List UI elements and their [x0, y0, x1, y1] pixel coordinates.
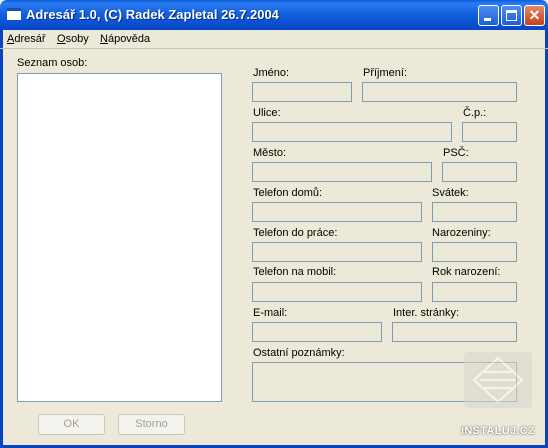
email-label: E-mail:	[253, 307, 288, 319]
prijmeni-label: Příjmení:	[363, 67, 408, 79]
mesto-label: Město:	[253, 147, 287, 159]
telefon-domu-label: Telefon domů:	[253, 187, 323, 199]
narozeniny-field[interactable]	[432, 242, 517, 262]
menu-osoby[interactable]: Osoby	[57, 33, 89, 45]
prijmeni-field[interactable]	[362, 82, 517, 102]
narozeniny-label: Narozeniny:	[432, 227, 491, 239]
close-button[interactable]: ✕	[524, 5, 545, 26]
close-icon: ✕	[528, 7, 541, 23]
rok-narozeni-field[interactable]	[432, 282, 517, 302]
menu-napoveda-label: ápověda	[107, 33, 151, 45]
ulice-field[interactable]	[252, 122, 452, 142]
menu-osoby-accel: O	[57, 33, 66, 45]
stranky-field[interactable]	[392, 322, 517, 342]
ok-button[interactable]: OK	[38, 414, 105, 435]
jmeno-label: Jméno:	[253, 67, 290, 79]
telefon-mobil-label: Telefon na mobil:	[253, 266, 337, 278]
instaluj-watermark-logo	[464, 352, 532, 408]
rok-narozeni-label: Rok narození:	[432, 266, 501, 278]
storno-button[interactable]: Storno	[118, 414, 185, 435]
menu-osoby-label: soby	[65, 33, 89, 45]
psc-field[interactable]	[442, 162, 517, 182]
menu-napoveda-accel: N	[100, 33, 108, 45]
telefon-domu-field[interactable]	[252, 202, 422, 222]
cp-field[interactable]	[462, 122, 517, 142]
stranky-label: Inter. stránky:	[393, 307, 460, 319]
telefon-prace-label: Telefon do práce:	[253, 227, 338, 239]
window-title: Adresář 1.0, (C) Radek Zapletal 26.7.200…	[26, 7, 279, 22]
minimize-button[interactable]	[478, 5, 499, 26]
menu-adresar-label: dresář	[14, 33, 46, 45]
person-list-label: Seznam osob:	[17, 57, 88, 69]
poznamky-label: Ostatní poznámky:	[253, 347, 345, 359]
telefon-prace-field[interactable]	[252, 242, 422, 262]
jmeno-field[interactable]	[252, 82, 352, 102]
telefon-mobil-field[interactable]	[252, 282, 422, 302]
maximize-icon	[506, 10, 517, 21]
ulice-label: Ulice:	[253, 107, 281, 119]
window-frame-left	[0, 30, 3, 448]
person-list[interactable]	[17, 73, 222, 402]
menu-napoveda[interactable]: Nápověda	[100, 33, 150, 45]
menu-separator	[0, 48, 548, 49]
psc-label: PSČ:	[443, 147, 469, 159]
app-window-icon	[7, 8, 21, 20]
watermark-text: INSTALUJ.CZ	[461, 425, 535, 437]
cp-label: Č.p.:	[463, 107, 487, 119]
email-field[interactable]	[252, 322, 382, 342]
svatek-label: Svátek:	[432, 187, 469, 199]
minimize-icon	[484, 18, 491, 21]
menu-adresar[interactable]: Adresář	[7, 33, 46, 45]
svatek-field[interactable]	[432, 202, 517, 222]
maximize-button[interactable]	[501, 5, 522, 26]
mesto-field[interactable]	[252, 162, 432, 182]
